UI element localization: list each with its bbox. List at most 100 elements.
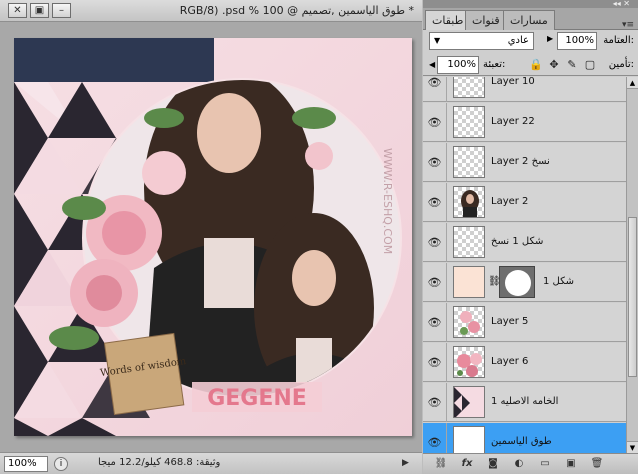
eye-icon[interactable]: 👁 bbox=[423, 263, 447, 302]
layer-thumbnail bbox=[453, 226, 485, 258]
panel-tabs: طبقات قنوات مسارات ▾≡ bbox=[423, 8, 638, 30]
fill-field[interactable]: 100% bbox=[437, 56, 479, 74]
blend-mode-value: عادي bbox=[507, 35, 529, 46]
scroll-thumb[interactable] bbox=[628, 217, 637, 377]
eye-icon[interactable]: 👁 bbox=[423, 103, 447, 142]
flowers-thumb-icon bbox=[460, 311, 480, 335]
lock-all-icon[interactable]: 🔒 bbox=[529, 58, 543, 72]
layer-name: Layer 6 bbox=[491, 356, 529, 367]
chevron-down-icon: ▼ bbox=[434, 36, 441, 45]
lock-position-icon[interactable]: ✥ bbox=[547, 58, 561, 72]
layer-name: شكل 1 bbox=[543, 276, 575, 287]
layer-thumbnail bbox=[453, 266, 485, 298]
blend-mode-select[interactable]: ▼ عادي bbox=[429, 32, 534, 50]
watermark-text: WWW.R-ESHQ.COM bbox=[381, 148, 394, 254]
lock-row: ◀ 100% تعبئة: 🔒 ✥ ✎ ▢ تأمين: bbox=[423, 54, 638, 76]
layer-name: طوق الياسمين bbox=[491, 436, 552, 447]
banner-text: GEGENE bbox=[207, 386, 307, 411]
eye-icon[interactable]: 👁 bbox=[423, 183, 447, 222]
artwork: Words of wisdom GEGENE WWW.R-ESHQ.COM bbox=[14, 38, 412, 436]
eye-icon[interactable]: 👁 bbox=[423, 383, 447, 422]
fx-icon[interactable]: fx bbox=[591, 77, 602, 78]
layer-row[interactable]: 👁 Layer 2 نسخ bbox=[423, 143, 626, 182]
document-title: * طوق الياسمين ,تصميم @ 100 % RGB/8) .ps… bbox=[179, 4, 414, 17]
tab-paths[interactable]: مسارات bbox=[503, 10, 555, 30]
eye-icon[interactable]: 👁 bbox=[423, 143, 447, 182]
layer-thumbnail bbox=[453, 77, 485, 98]
layer-name: شكل 1 نسخ bbox=[491, 236, 544, 247]
layer-thumbnail bbox=[453, 186, 485, 218]
lock-brush-icon[interactable]: ✎ bbox=[565, 58, 579, 72]
document-info: وثيقة: 468.8 كيلو/12.2 ميجا bbox=[98, 457, 221, 468]
layer-name: Layer 2 نسخ bbox=[491, 156, 550, 167]
panel-footer: ⛓ fx ◙ ◐ ▭ ▣ 🗑 bbox=[423, 453, 638, 474]
scroll-up-icon[interactable]: ▲ bbox=[627, 77, 638, 89]
vector-mask-thumbnail[interactable] bbox=[499, 266, 535, 298]
layer-thumbnail bbox=[453, 346, 485, 378]
new-group-icon[interactable]: ▭ bbox=[537, 457, 553, 471]
layer-row[interactable]: 👁 الخامه الاصليه 1 bbox=[423, 383, 626, 422]
layer-row-selected[interactable]: 👁 طوق الياسمين bbox=[423, 423, 626, 453]
document-window: ✕ ▣ – * طوق الياسمين ,تصميم @ 100 % RGB/… bbox=[0, 0, 422, 474]
document-titlebar[interactable]: ✕ ▣ – * طوق الياسمين ,تصميم @ 100 % RGB/… bbox=[0, 0, 422, 22]
scroll-down-icon[interactable]: ▼ bbox=[627, 441, 638, 453]
eye-icon[interactable]: 👁 bbox=[423, 343, 447, 382]
blend-row: ▼ عادي ▶ 100% العتامة: bbox=[423, 30, 638, 52]
eye-icon[interactable]: 👁 bbox=[423, 223, 447, 262]
close-icon[interactable]: ✕ bbox=[8, 3, 27, 18]
link-layers-icon[interactable]: ⛓ bbox=[433, 457, 449, 471]
opacity-arrow-icon[interactable]: ▶ bbox=[547, 34, 553, 43]
layer-thumbnail bbox=[453, 306, 485, 338]
layer-thumbnail bbox=[453, 426, 485, 453]
eye-icon[interactable]: 👁 bbox=[423, 303, 447, 342]
adjustment-layer-icon[interactable]: ◐ bbox=[511, 457, 527, 471]
status-info-icon[interactable]: i bbox=[54, 457, 68, 471]
canvas[interactable]: Words of wisdom GEGENE WWW.R-ESHQ.COM bbox=[14, 38, 412, 436]
lock-label: تأمين: bbox=[608, 59, 634, 70]
add-mask-icon[interactable]: ◙ bbox=[485, 457, 501, 471]
zoom-field[interactable]: 100% bbox=[4, 456, 48, 472]
layer-name: الخامه الاصليه 1 bbox=[491, 396, 559, 407]
layer-row[interactable]: 👁 Layer 6 bbox=[423, 343, 626, 382]
layer-row[interactable]: 👁 Layer 2 bbox=[423, 183, 626, 222]
layer-row[interactable]: 👁 ⛓ شكل 1 bbox=[423, 263, 626, 302]
canvas-area[interactable]: Words of wisdom GEGENE WWW.R-ESHQ.COM bbox=[0, 22, 422, 452]
pattern-thumb-icon bbox=[454, 387, 470, 417]
maximize-icon[interactable]: ▣ bbox=[30, 3, 49, 18]
eye-icon[interactable]: 👁 bbox=[423, 423, 447, 453]
opacity-field[interactable]: 100% bbox=[557, 32, 597, 50]
layers-list: 👁 Layer 10 fx 👁 Layer 22 👁 Layer 2 نسخ 👁 bbox=[423, 77, 626, 453]
layer-row[interactable]: 👁 Layer 22 bbox=[423, 103, 626, 142]
panel-menu-icon[interactable]: ▾≡ bbox=[622, 20, 634, 30]
layer-thumbnail bbox=[453, 146, 485, 178]
layers-panel: ◂◂ ✕ طبقات قنوات مسارات ▾≡ ▼ عادي ▶ 100%… bbox=[423, 0, 638, 474]
panel-topstrip: ◂◂ ✕ bbox=[423, 0, 638, 8]
panel-collapse-icon[interactable]: ◂◂ ✕ bbox=[613, 0, 630, 8]
minimize-icon[interactable]: – bbox=[52, 3, 71, 18]
layer-name: Layer 5 bbox=[491, 316, 529, 327]
opacity-label: العتامة: bbox=[603, 35, 634, 46]
tab-channels[interactable]: قنوات bbox=[465, 10, 507, 30]
tab-layers[interactable]: طبقات bbox=[425, 10, 471, 30]
fx-menu-icon[interactable]: fx bbox=[459, 457, 475, 471]
layer-thumbnail bbox=[453, 106, 485, 138]
lock-transparency-icon[interactable]: ▢ bbox=[583, 58, 597, 72]
layers-scrollbar[interactable]: ▲ ▼ bbox=[626, 77, 638, 453]
status-arrow-icon[interactable]: ▶ bbox=[402, 458, 409, 468]
layer-name: Layer 22 bbox=[491, 116, 535, 127]
layer-name: Layer 10 bbox=[491, 77, 535, 87]
layer-row[interactable]: 👁 Layer 5 bbox=[423, 303, 626, 342]
status-bar: 100% i وثيقة: 468.8 كيلو/12.2 ميجا ▶ bbox=[0, 452, 422, 474]
trash-icon[interactable]: 🗑 bbox=[589, 457, 605, 471]
new-layer-icon[interactable]: ▣ bbox=[563, 457, 579, 471]
layer-row[interactable]: 👁 Layer 10 fx bbox=[423, 77, 626, 102]
flowers-thumb-icon bbox=[457, 353, 482, 377]
eye-icon[interactable]: 👁 bbox=[423, 77, 447, 102]
layer-row[interactable]: 👁 شكل 1 نسخ bbox=[423, 223, 626, 262]
portrait-thumb-icon bbox=[461, 190, 479, 217]
fill-arrow-icon[interactable]: ◀ bbox=[429, 60, 435, 69]
photoshop-window: ✕ ▣ – * طوق الياسمين ,تصميم @ 100 % RGB/… bbox=[0, 0, 638, 474]
fill-label: تعبئة: bbox=[483, 59, 506, 70]
layer-name: Layer 2 bbox=[491, 196, 529, 207]
layer-thumbnail bbox=[453, 386, 485, 418]
